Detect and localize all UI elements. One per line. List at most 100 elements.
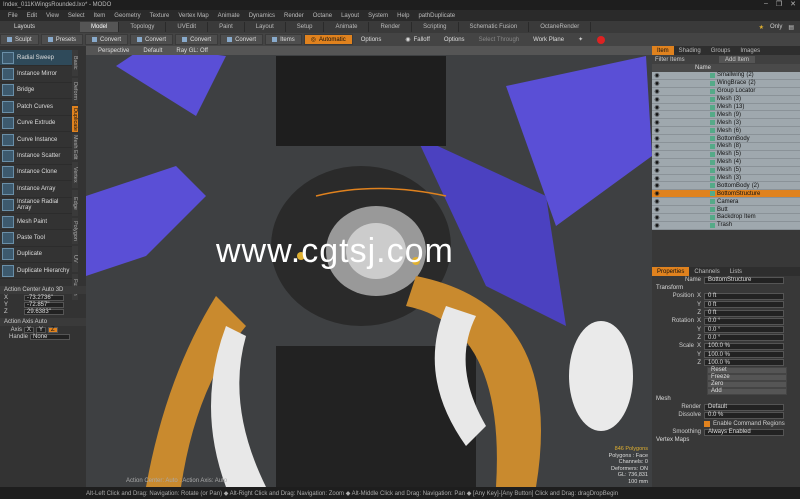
tool-category-tab[interactable]: Deform (72, 78, 78, 104)
item-row[interactable]: ◉ Backdrop Item (652, 214, 800, 222)
item-panel-tab[interactable]: Item (652, 46, 674, 55)
tool-item[interactable]: Instance Radial Array (0, 198, 72, 214)
freeze-button[interactable]: Freeze (707, 373, 787, 381)
scale-field[interactable]: 100.0 % (704, 351, 784, 359)
layout-tab[interactable]: Layout (245, 22, 286, 32)
menu-item[interactable]: Octane (313, 13, 332, 19)
item-row[interactable]: ◉ Mesh (5) (652, 166, 800, 175)
action-center-x-field[interactable]: -73.2736" (24, 294, 64, 301)
tool-item[interactable]: Patch Curves (0, 99, 72, 116)
command-regions-checkbox[interactable] (704, 420, 710, 427)
tool-category-tab[interactable]: Polygon (72, 218, 78, 244)
visibility-eye-icon[interactable]: ◉ (652, 167, 662, 174)
tool-item[interactable]: Duplicate Hierarchy (0, 263, 72, 280)
items-button[interactable]: Items (265, 34, 302, 45)
select-through-button[interactable]: Select Through (473, 34, 526, 45)
presets-button[interactable]: Presets (40, 34, 84, 45)
tool-category-tab[interactable]: UV (72, 246, 78, 272)
zero-button[interactable]: Zero (707, 380, 787, 388)
visibility-eye-icon[interactable]: ◉ (652, 111, 662, 118)
rotation-field[interactable]: 0.0 ° (704, 326, 784, 334)
item-panel-tab[interactable]: Groups (706, 46, 736, 55)
visibility-eye-icon[interactable]: ◉ (652, 80, 662, 87)
menu-item[interactable]: Help (397, 13, 409, 19)
layout-tab[interactable]: Setup (286, 22, 325, 32)
item-row[interactable]: ◉ Butt (652, 206, 800, 215)
vertex-maps-section[interactable]: Vertex Maps (652, 436, 800, 444)
tool-item[interactable]: Curve Instance (0, 132, 72, 149)
visibility-eye-icon[interactable]: ◉ (652, 159, 662, 166)
tool-category-tab[interactable]: Basic (72, 50, 78, 76)
shading-menu[interactable]: Default (143, 48, 162, 54)
scale-field[interactable]: 100.0 % (704, 359, 784, 367)
transform-section[interactable]: Transform (652, 284, 800, 292)
layout-tab[interactable]: Animate (324, 22, 370, 32)
raygl-menu[interactable]: Ray GL: Off (176, 48, 208, 54)
menu-item[interactable]: Layout (341, 13, 359, 19)
render-select[interactable]: Default (704, 403, 784, 411)
item-panel-tab[interactable]: Shading (674, 46, 706, 55)
dissolve-field[interactable]: 0.0 % (704, 411, 784, 419)
mesh-section[interactable]: Mesh (652, 395, 800, 403)
item-row[interactable]: ◉ Mesh (3) (652, 119, 800, 128)
item-row[interactable]: ◉ BottomStructure (652, 190, 800, 199)
item-row[interactable]: ◉ Mesh (5) (652, 150, 800, 159)
properties-tab[interactable]: Properties (652, 267, 690, 276)
tool-item[interactable]: Instance Array (0, 181, 72, 198)
item-row[interactable]: ◉ Camera (652, 198, 800, 207)
action-axis-header[interactable]: Action Axis Auto (0, 318, 86, 326)
axis-y-button[interactable]: Y (36, 326, 47, 333)
convert-edges-button[interactable]: Convert (130, 34, 174, 45)
snap-button[interactable]: ✦ (572, 34, 589, 45)
menu-item[interactable]: Select (68, 13, 85, 19)
menu-item[interactable]: Dynamics (249, 13, 275, 19)
add-button[interactable]: Add (707, 387, 787, 395)
position-field[interactable]: 0 ft (704, 292, 784, 300)
action-center-y-field[interactable]: -72.857" (24, 301, 64, 308)
item-row[interactable]: ◉ Group Locator (652, 87, 800, 96)
item-row[interactable]: ◉ WingBrace (2) (652, 79, 800, 88)
position-field[interactable]: 0 ft (704, 301, 784, 309)
tool-category-tab[interactable]: Mesh Edit (72, 134, 78, 160)
menu-item[interactable]: View (46, 13, 59, 19)
falloff-button[interactable]: ◉ Falloff (399, 34, 435, 45)
record-button[interactable] (591, 34, 611, 45)
menu-item[interactable]: Texture (150, 13, 170, 19)
visibility-eye-icon[interactable]: ◉ (652, 119, 662, 126)
visibility-eye-icon[interactable]: ◉ (652, 104, 662, 111)
smoothing-select[interactable]: Always Enabled (704, 428, 784, 436)
item-row[interactable]: ◉ BottomBody (2) (652, 182, 800, 191)
menu-item[interactable]: Vertex Map (178, 13, 208, 19)
menu-item[interactable]: Render (284, 13, 304, 19)
layout-tab[interactable]: UVEdit (166, 22, 209, 32)
tool-item[interactable]: Instance Scatter (0, 148, 72, 165)
layout-menu-icon[interactable]: ▤ (788, 24, 794, 31)
layout-tab[interactable]: Scripting (412, 22, 459, 32)
3d-viewport[interactable]: Perspective Default Ray GL: Off www.cgts… (86, 46, 652, 487)
visibility-eye-icon[interactable]: ◉ (652, 135, 662, 142)
visibility-eye-icon[interactable]: ◉ (652, 151, 662, 158)
item-row[interactable]: ◉ BottomBody (652, 135, 800, 144)
axis-z-button[interactable]: Z (48, 326, 58, 333)
item-row[interactable]: ◉ Mesh (8) (652, 143, 800, 151)
visibility-eye-icon[interactable]: ◉ (652, 198, 662, 205)
options-button-1[interactable]: Options (355, 34, 388, 45)
menu-item[interactable]: File (8, 13, 18, 19)
tool-item[interactable]: Instance Clone (0, 165, 72, 182)
reset-button[interactable]: Reset (707, 366, 787, 374)
visibility-eye-icon[interactable]: ◉ (652, 182, 662, 189)
item-row[interactable]: ◉ Mesh (3) (652, 174, 800, 183)
position-field[interactable]: 0 ft (704, 309, 784, 317)
menu-item[interactable]: Animate (218, 13, 240, 19)
tool-category-tab[interactable]: Edge (72, 190, 78, 216)
maximize-button[interactable]: ❐ (776, 0, 782, 8)
visibility-eye-icon[interactable]: ◉ (652, 72, 662, 79)
menu-item[interactable]: Item (94, 13, 106, 19)
visibility-eye-icon[interactable]: ◉ (652, 206, 662, 213)
only-toggle[interactable]: Only (770, 24, 782, 30)
automatic-button[interactable]: ◎ Automatic (303, 34, 353, 45)
tool-category-tab[interactable]: Duplicate (72, 106, 78, 132)
visibility-eye-icon[interactable]: ◉ (652, 214, 662, 221)
add-item-button[interactable]: Add Item (719, 56, 756, 63)
filter-items-label[interactable]: Filter Items (655, 57, 715, 63)
